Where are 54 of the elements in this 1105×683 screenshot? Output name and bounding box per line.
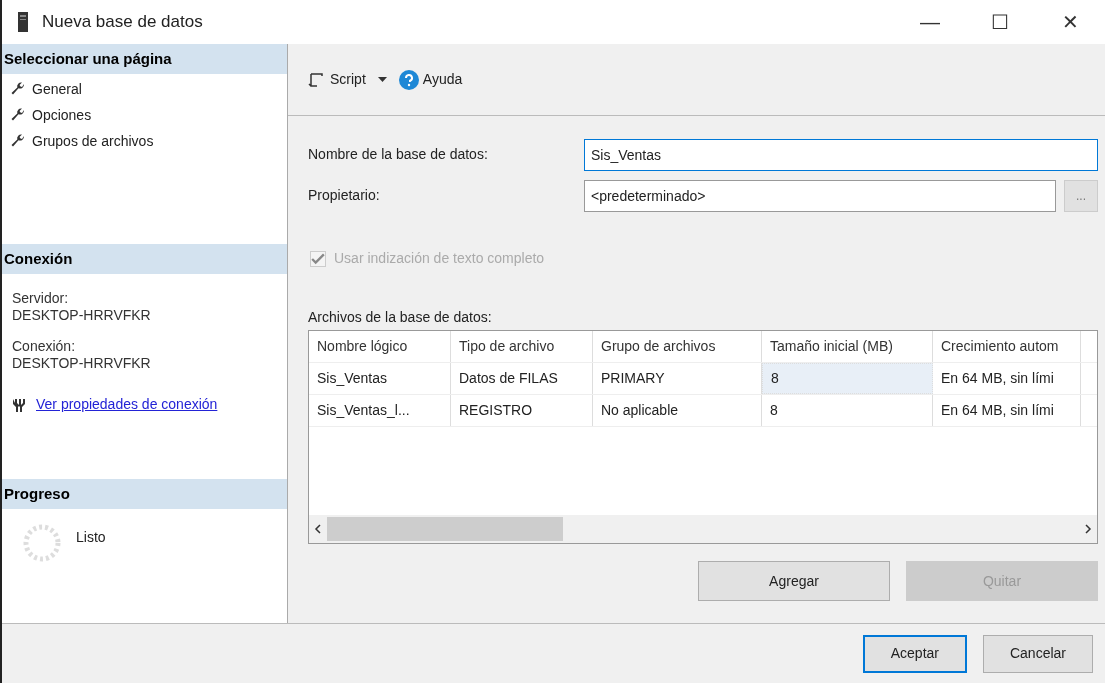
wrench-icon bbox=[10, 133, 26, 149]
spinner-icon bbox=[22, 523, 62, 563]
window-title: Nueva base de datos bbox=[42, 11, 204, 34]
text-field[interactable]: <predeterminado> bbox=[584, 179, 1056, 212]
database-icon bbox=[18, 12, 28, 32]
table-cell: Sis_Ventas bbox=[309, 363, 451, 394]
column-header[interactable]: Crecimiento autom bbox=[933, 331, 1081, 362]
minimize-button[interactable]: — bbox=[895, 0, 965, 44]
dialog-button[interactable]: Cancelar bbox=[982, 634, 1093, 673]
maximize-button[interactable]: ☐ bbox=[965, 0, 1035, 44]
section-label: Archivos de la base de datos: bbox=[308, 308, 493, 327]
wrench-icon bbox=[10, 107, 26, 123]
column-header[interactable]: Tipo de archivo bbox=[451, 331, 593, 362]
scroll-left-icon[interactable] bbox=[313, 524, 323, 534]
table-cell: No aplicable bbox=[593, 395, 762, 426]
field-value: DESKTOP-HRRVFKR bbox=[12, 355, 152, 372]
wrench-icon bbox=[10, 81, 26, 97]
table-cell: Sis_Ventas_l... bbox=[309, 395, 451, 426]
browse-button[interactable]: ... bbox=[1064, 179, 1098, 212]
field-label: Conexión: bbox=[12, 338, 77, 355]
help-icon bbox=[398, 69, 419, 90]
table-cell: 8 bbox=[762, 395, 933, 426]
column-header[interactable]: Grupo de archivos bbox=[593, 331, 762, 362]
script-button[interactable]: Script bbox=[308, 69, 366, 90]
section-header: Conexión bbox=[2, 244, 287, 274]
script-icon bbox=[308, 71, 324, 88]
help-button[interactable]: Ayuda bbox=[398, 69, 463, 90]
section-header: Seleccionar una página bbox=[2, 44, 287, 74]
checkbox-label: Usar indización de texto completo bbox=[334, 249, 545, 268]
column-header[interactable]: Tamaño inicial (MB) bbox=[762, 331, 933, 362]
field-value: DESKTOP-HRRVFKR bbox=[12, 307, 152, 324]
connection-properties-link[interactable]: Ver propiedades de conexión bbox=[36, 394, 218, 415]
scroll-right-icon[interactable] bbox=[1083, 524, 1093, 534]
field-label: Propietario: bbox=[308, 186, 381, 205]
column-header[interactable]: Nombre lógico bbox=[309, 331, 451, 362]
table-cell: 8 bbox=[762, 363, 933, 394]
dialog-button[interactable]: Aceptar bbox=[862, 634, 967, 673]
field-label: Nombre de la base de datos: bbox=[308, 145, 489, 164]
page-link[interactable]: Opciones bbox=[32, 104, 92, 126]
text-field[interactable]: Sis_Ventas bbox=[584, 138, 1098, 171]
close-button[interactable]: ✕ bbox=[1035, 0, 1105, 44]
caret-icon[interactable] bbox=[377, 77, 387, 82]
section-header: Progreso bbox=[2, 479, 287, 509]
page-link[interactable]: General bbox=[32, 78, 82, 100]
field-label: Servidor: bbox=[12, 290, 70, 307]
plug-icon bbox=[12, 396, 26, 413]
status-text: Listo bbox=[76, 528, 106, 547]
page-link[interactable]: Grupos de archivos bbox=[32, 130, 154, 152]
table-cell: REGISTRO bbox=[451, 395, 593, 426]
table-button[interactable]: Agregar bbox=[698, 561, 890, 601]
table-cell: Datos de FILAS bbox=[451, 363, 593, 394]
scrollbar[interactable] bbox=[309, 515, 1097, 543]
table-cell: En 64 MB, sin lími bbox=[933, 363, 1081, 394]
table-cell: En 64 MB, sin lími bbox=[933, 395, 1081, 426]
